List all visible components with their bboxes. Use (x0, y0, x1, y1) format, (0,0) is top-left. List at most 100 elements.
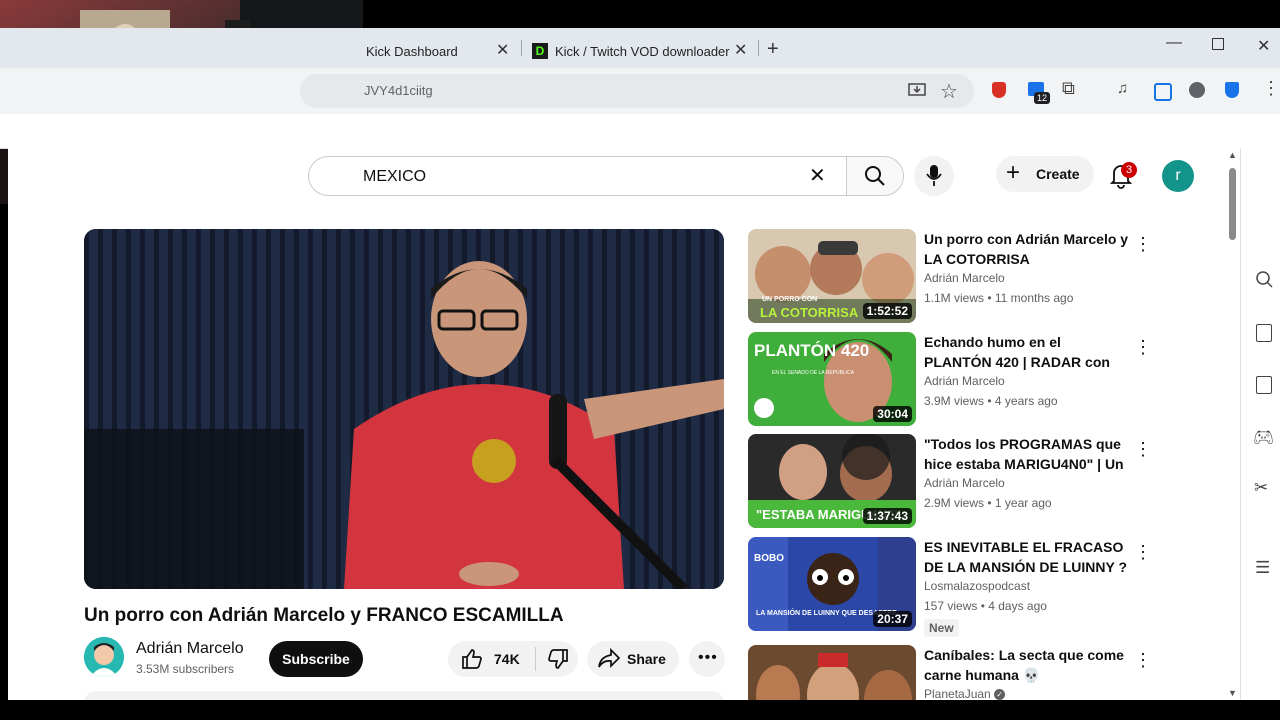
subscriber-count: 3.53M subscribers (136, 662, 235, 676)
page-scrollbar[interactable]: ▲ ▼ (1226, 148, 1240, 700)
more-icon[interactable]: ⋮ (1134, 233, 1152, 255)
clear-search-icon[interactable]: ✕ (809, 163, 826, 188)
dislike-icon (548, 649, 568, 669)
search-query: MEXICO (363, 168, 427, 185)
bookmarks-bar (0, 114, 1280, 149)
duration-badge: 1:52:52 (862, 303, 912, 319)
scrollbar-thumb[interactable] (1229, 168, 1236, 240)
recommendation-title[interactable]: Echando humo en el PLANTÓN 420 | RADAR c… (924, 332, 1130, 372)
thumbnail[interactable]: UN PORRO CON LA COTORRISA 1:52:52 (748, 229, 916, 323)
thumbnail-image (748, 645, 916, 700)
more-icon[interactable]: ⋮ (1134, 649, 1152, 671)
recommendation-channel[interactable]: Adrián Marcelo (924, 476, 1005, 490)
thumbnail[interactable]: BOBO LA MANSIÓN DE LUINNY QUE DESASTRE 2… (748, 537, 916, 631)
search-input[interactable]: MEXICO ✕ (308, 156, 847, 196)
recommendation-title[interactable]: Caníbales: La secta que come carne human… (924, 645, 1130, 685)
media-control-icon[interactable]: ♫ (1117, 80, 1128, 97)
bottom-edge (0, 700, 1280, 720)
more-icon: ••• (698, 649, 718, 666)
recommendation-title[interactable]: ES INEVITABLE EL FRACASO DE LA MANSIÓN D… (924, 537, 1130, 577)
tab-vod-downloader[interactable]: D Kick / Twitch VOD downloader ✕ (532, 34, 752, 68)
close-window-icon[interactable]: ✕ (1257, 36, 1270, 56)
kick-favicon-icon: D (532, 43, 548, 59)
like-button[interactable]: 74K (448, 641, 535, 677)
install-icon[interactable] (908, 83, 926, 99)
extension-badge: 12 (1034, 92, 1051, 104)
search-sidebar-icon[interactable] (1255, 270, 1273, 288)
dislike-button[interactable] (536, 641, 578, 677)
youtube-page: MEXICO ✕ + Create 3 r Un porro con Adriá… (8, 148, 1240, 700)
create-button[interactable]: + Create (996, 156, 1094, 192)
thumbnail[interactable]: "ESTABA MARIGU4N0" 1:37:43 (748, 434, 916, 528)
games-icon[interactable]: 🎮︎ (1253, 428, 1275, 448)
thumbnail[interactable]: PLANTÓN 420 EN EL SENADO DE LA REPÚBLICA… (748, 332, 916, 426)
like-count: 74K (494, 651, 520, 667)
maximize-icon[interactable] (1212, 38, 1224, 50)
tools-icon[interactable]: ✂ (1254, 478, 1268, 498)
star-icon[interactable]: ☆ (940, 79, 958, 104)
recommendation-channel[interactable]: Adrián Marcelo (924, 374, 1005, 388)
tab-kick-dashboard[interactable]: Kick Dashboard ✕ (366, 34, 516, 68)
share-icon (598, 648, 621, 669)
puzzle-icon[interactable]: ⧉ (1062, 78, 1075, 99)
search-icon (865, 166, 885, 186)
recommendation-channel[interactable]: PlanetaJuan ✓ (924, 687, 1006, 700)
tab-bar: Kick Dashboard ✕ D Kick / Twitch VOD dow… (0, 28, 1280, 68)
recommendation-channel[interactable]: Losmalazospodcast (924, 579, 1030, 593)
list-item[interactable]: UN PORRO CON LA COTORRISA 1:52:52 Un por… (748, 229, 1152, 325)
notes-icon[interactable] (1256, 376, 1272, 394)
recommendation-title[interactable]: "Todos los PROGRAMAS que hice estaba MAR… (924, 434, 1130, 474)
address-bar[interactable]: JVY4d1ciitg ☆ (300, 74, 974, 108)
avatar[interactable]: r (1162, 160, 1194, 192)
subscribe-button[interactable]: Subscribe (269, 641, 363, 677)
list-item[interactable]: PLANTÓN 420 EN EL SENADO DE LA REPÚBLICA… (748, 332, 1152, 428)
recommendation-meta: 2.9M views • 1 year ago (924, 496, 1052, 510)
duration-badge: 30:04 (873, 406, 912, 422)
new-tab-plus-icon[interactable]: + (767, 38, 779, 61)
close-icon[interactable]: ✕ (496, 40, 509, 60)
profile-icon[interactable] (1189, 82, 1205, 98)
more-icon[interactable]: ⋮ (1134, 438, 1152, 460)
voice-search-button[interactable] (914, 156, 954, 196)
more-icon[interactable]: ⋮ (1134, 541, 1152, 563)
video-player[interactable] (84, 229, 724, 589)
thumbnail-small-text: EN EL SENADO DE LA REPÚBLICA (772, 369, 855, 376)
thumbnail[interactable] (748, 645, 916, 700)
bitwarden-icon[interactable] (1225, 82, 1239, 98)
ublock-icon[interactable] (992, 82, 1006, 98)
thumbnail-small-text: UN PORRO CON (762, 296, 817, 303)
recommendation-meta: 1.1M views • 11 months ago (924, 291, 1074, 305)
sidebar-icon[interactable] (1154, 83, 1172, 101)
description-box[interactable] (84, 691, 724, 700)
scroll-down-icon[interactable]: ▼ (1228, 688, 1237, 698)
sidebar-settings-icon[interactable]: ☰ (1255, 558, 1270, 578)
list-item[interactable]: Caníbales: La secta que come carne human… (748, 645, 1152, 700)
scroll-up-icon[interactable]: ▲ (1228, 150, 1237, 160)
plus-icon: + (1006, 159, 1021, 186)
share-label: Share (627, 651, 666, 667)
close-icon[interactable]: ✕ (734, 40, 747, 60)
share-button[interactable]: Share (587, 641, 679, 677)
minimize-icon[interactable]: — (1166, 34, 1182, 52)
menu-icon[interactable]: ⋮ (1262, 78, 1280, 99)
recommendation-title[interactable]: Un porro con Adrián Marcelo y LA COTORRI… (924, 229, 1130, 269)
channel-avatar[interactable] (84, 637, 124, 677)
more-icon[interactable]: ⋮ (1134, 336, 1152, 358)
more-actions-button[interactable]: ••• (689, 641, 725, 677)
collections-icon[interactable] (1256, 324, 1272, 342)
duration-badge: 1:37:43 (862, 508, 912, 524)
list-item[interactable]: "ESTABA MARIGU4N0" 1:37:43 "Todos los PR… (748, 434, 1152, 530)
list-item[interactable]: BOBO LA MANSIÓN DE LUINNY QUE DESASTRE 2… (748, 537, 1152, 647)
thumbnail-text: LA COTORRISA (760, 305, 859, 320)
like-icon (462, 649, 482, 669)
search-button[interactable] (846, 156, 904, 196)
channel-avatar-image (84, 637, 124, 677)
tab-title: Kick / Twitch VOD downloader (555, 43, 730, 59)
recommendation-meta: 157 views • 4 days ago (924, 599, 1047, 613)
channel-name[interactable]: Adrián Marcelo (136, 640, 244, 658)
url-text: JVY4d1ciitg (364, 83, 433, 98)
recommendation-channel[interactable]: Adrián Marcelo (924, 271, 1005, 285)
thumbnail-small-text: BOBO (754, 553, 784, 564)
channel-name-text: PlanetaJuan (924, 687, 991, 700)
create-label: Create (1036, 166, 1080, 182)
